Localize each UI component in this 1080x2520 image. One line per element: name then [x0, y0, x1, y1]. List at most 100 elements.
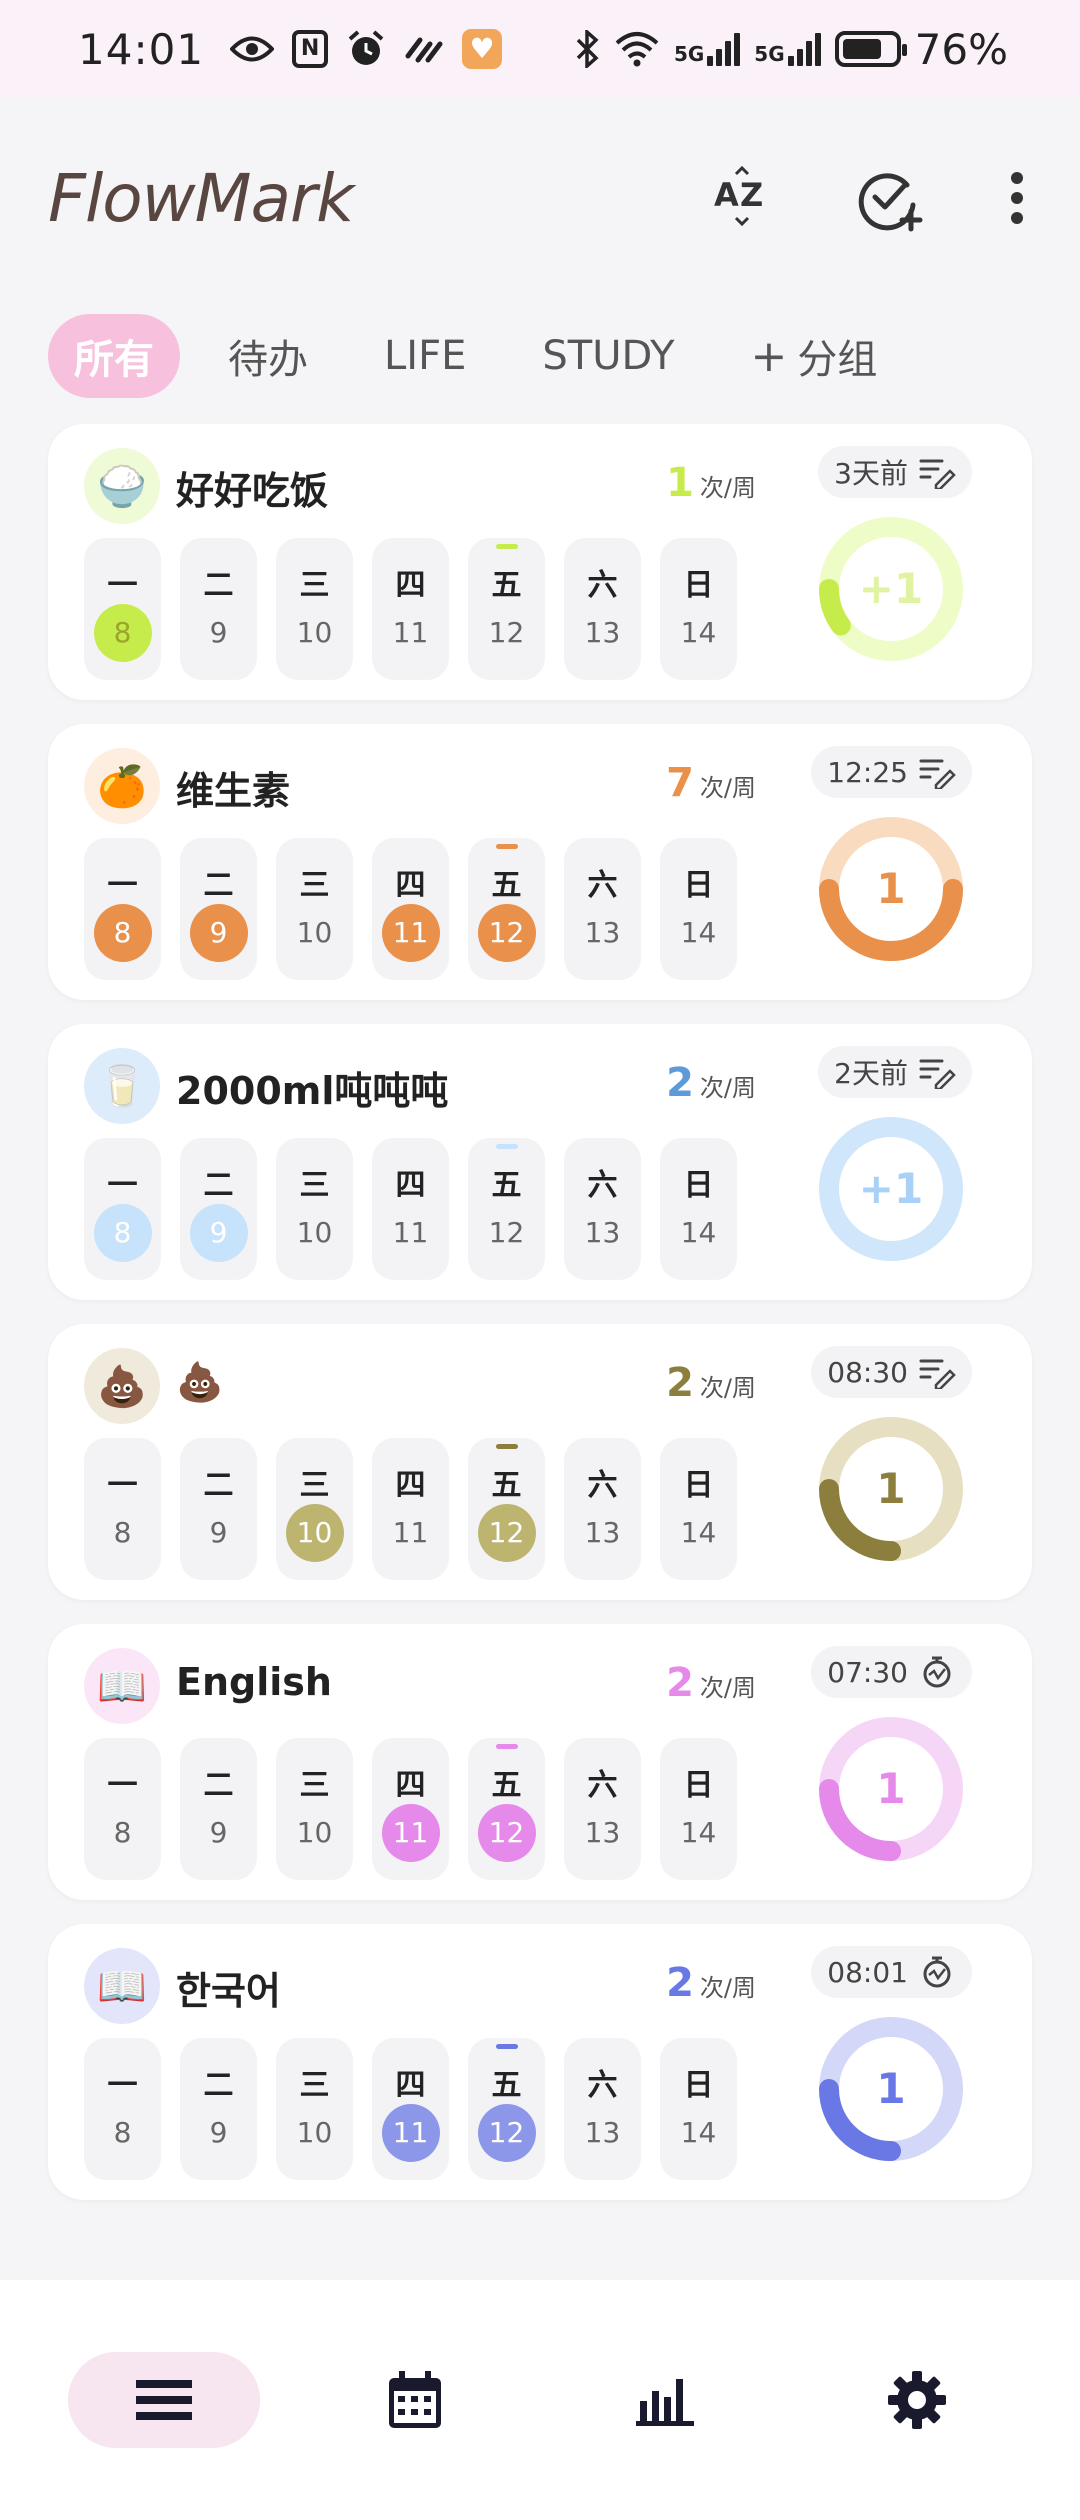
last-checkin-tag[interactable]: 2天前: [818, 1046, 972, 1098]
day-cell[interactable]: 日 14: [660, 1438, 737, 1580]
weekday-label: 四: [395, 568, 426, 603]
day-cell[interactable]: 三 10: [276, 1738, 353, 1880]
day-cell[interactable]: 五 12: [468, 1138, 545, 1280]
date-number: 10: [296, 916, 333, 949]
day-cell[interactable]: 六 13: [564, 1438, 641, 1580]
habit-card[interactable]: 🍊 维生素 7 次/周一 8 二 9 三 10 四 11 五 12 六 13 日 14 12:25 1: [48, 724, 1032, 1000]
day-cell[interactable]: 五 12: [468, 838, 545, 980]
tab-study[interactable]: STUDY: [514, 314, 702, 398]
last-checkin-tag[interactable]: 3天前: [818, 446, 972, 498]
day-cell[interactable]: 四 11: [372, 1438, 449, 1580]
date-number: 10: [285, 1504, 344, 1562]
day-cell[interactable]: 二9: [180, 538, 257, 680]
habit-card[interactable]: 📖 English 2 次/周一 8 二 9 三 10 四 11 五 12 六 13 日 14 07:30 1: [48, 1624, 1032, 1900]
nav-stats[interactable]: [570, 2352, 762, 2448]
date-number: 9: [209, 2116, 228, 2149]
add-group-button[interactable]: + 分组: [723, 314, 906, 398]
day-cell[interactable]: 四 11: [372, 1138, 449, 1280]
ring-label: 1: [876, 1464, 905, 1513]
day-cell[interactable]: 二9: [180, 1738, 257, 1880]
day-cell[interactable]: 一8: [84, 838, 161, 980]
last-checkin-tag[interactable]: 07:30: [811, 1646, 972, 1698]
progress-ring[interactable]: +1: [816, 514, 966, 664]
weekday-label: 一: [107, 1168, 138, 1203]
progress-ring[interactable]: 1: [816, 1714, 966, 1864]
habit-card[interactable]: 📖 한국어 2 次/周一 8 二 9 三 10 四 11 五 12 六 13 日 14 08:01 1: [48, 1924, 1032, 2200]
habit-card[interactable]: 🥛 2000ml吨吨吨 2 次/周一 8 二 9 三 10 四 11 五 12 六 13 日 14 2天前 +1: [48, 1024, 1032, 1300]
last-checkin-tag[interactable]: 08:30: [811, 1346, 972, 1398]
habit-card[interactable]: 💩 💩 2 次/周一 8 二 9 三 10 四 11 五 12 六 13 日 14 08:30 1: [48, 1324, 1032, 1600]
day-cell[interactable]: 五 12: [468, 1738, 545, 1880]
day-cell[interactable]: 一8: [84, 1738, 161, 1880]
day-cell[interactable]: 三 10: [276, 2038, 353, 2180]
more-options-button[interactable]: [1002, 162, 1032, 234]
frequency-unit: 次/周: [699, 474, 756, 502]
habit-frequency: 2 次/周: [666, 1360, 756, 1406]
day-cell[interactable]: 二9: [180, 1138, 257, 1280]
day-cell[interactable]: 五 12: [468, 2038, 545, 2180]
list-icon: [135, 2380, 192, 2420]
day-cell[interactable]: 一8: [84, 1438, 161, 1580]
ring-label: +1: [859, 564, 923, 613]
habit-name: 2000ml吨吨吨: [176, 1069, 449, 1113]
weekday-label: 一: [107, 2068, 138, 2103]
stopwatch-icon: [923, 1656, 951, 1688]
weekday-label: 三: [299, 2068, 330, 2103]
weekday-label: 日: [683, 568, 714, 603]
day-cell[interactable]: 三 10: [276, 838, 353, 980]
last-checkin-tag[interactable]: 12:25: [811, 746, 972, 798]
day-cell[interactable]: 一8: [84, 1138, 161, 1280]
habit-frequency: 1 次/周: [666, 460, 756, 506]
day-cell[interactable]: 四 11: [372, 838, 449, 980]
note-edit-icon: [919, 1059, 956, 1089]
day-cell[interactable]: 六 13: [564, 2038, 641, 2180]
date-number: 9: [189, 1204, 248, 1262]
day-cell[interactable]: 三 10: [276, 1138, 353, 1280]
ring-label: 1: [876, 2064, 905, 2113]
day-cell[interactable]: 三 10: [276, 538, 353, 680]
day-cell[interactable]: 日 14: [660, 838, 737, 980]
day-cell[interactable]: 五 12: [468, 1438, 545, 1580]
day-cell[interactable]: 二9: [180, 1438, 257, 1580]
weekday-label: 四: [395, 1768, 426, 1803]
day-cell[interactable]: 日 14: [660, 1738, 737, 1880]
day-cell[interactable]: 六 13: [564, 1738, 641, 1880]
ring-label: +1: [859, 1164, 923, 1213]
day-cell[interactable]: 四 11: [372, 2038, 449, 2180]
day-cell[interactable]: 六 13: [564, 1138, 641, 1280]
nav-settings[interactable]: [821, 2352, 1013, 2448]
progress-ring[interactable]: 1: [816, 1414, 966, 1564]
progress-ring[interactable]: 1: [816, 2014, 966, 2164]
day-cell[interactable]: 日 14: [660, 2038, 737, 2180]
day-cell[interactable]: 日 14: [660, 538, 737, 680]
today-marker: [495, 544, 518, 549]
day-cell[interactable]: 日 14: [660, 1138, 737, 1280]
habit-icon: 🥛: [84, 1048, 160, 1124]
day-cell[interactable]: 三 10: [276, 1438, 353, 1580]
nav-list[interactable]: [67, 2352, 260, 2448]
habit-card[interactable]: 🍚 好好吃饭 1 次/周一 8 二 9 三 10 四 11 五 12 六 13 日 14 3天前 +1: [48, 424, 1032, 700]
day-cell[interactable]: 六 13: [564, 838, 641, 980]
progress-ring[interactable]: +1: [816, 1114, 966, 1264]
day-cell[interactable]: 一8: [84, 538, 161, 680]
tab-todo[interactable]: 待办: [200, 314, 336, 398]
progress-ring[interactable]: 1: [816, 814, 966, 964]
last-checkin-tag[interactable]: 08:01: [811, 1946, 972, 1998]
date-number: 13: [584, 2116, 621, 2149]
weekday-label: 一: [107, 1468, 138, 1503]
day-cell[interactable]: 四 11: [372, 538, 449, 680]
day-cell[interactable]: 二9: [180, 2038, 257, 2180]
weekday-label: 五: [491, 868, 522, 903]
frequency-unit: 次/周: [699, 1674, 756, 1702]
tab-all[interactable]: 所有: [48, 314, 180, 398]
day-cell[interactable]: 一8: [84, 2038, 161, 2180]
nav-calendar[interactable]: [319, 2352, 511, 2448]
tab-life[interactable]: LIFE: [356, 314, 494, 398]
day-cell[interactable]: 五 12: [468, 538, 545, 680]
day-cell[interactable]: 二9: [180, 838, 257, 980]
day-cell[interactable]: 四 11: [372, 1738, 449, 1880]
frequency-unit: 次/周: [699, 1374, 756, 1402]
add-check-button[interactable]: [854, 162, 926, 234]
day-cell[interactable]: 六 13: [564, 538, 641, 680]
sort-az-button[interactable]: A Z: [706, 162, 778, 234]
